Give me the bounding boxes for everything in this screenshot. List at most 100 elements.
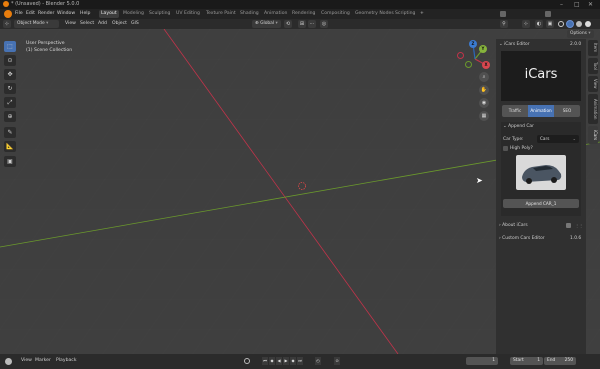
header-menu-gis[interactable]: GIS — [131, 21, 139, 26]
timeline-menu-playback[interactable]: Playback — [56, 358, 77, 363]
gizmo-toggle-icon[interactable]: ⊹ — [522, 20, 530, 28]
rendered-shading-icon[interactable] — [585, 21, 591, 27]
chevron-down-icon: ▾ — [275, 21, 278, 26]
pan-hand-icon[interactable]: ✋ — [479, 85, 489, 95]
material-shading-icon[interactable] — [576, 21, 582, 27]
workspace-tab-modeling[interactable]: Modeling — [121, 10, 146, 18]
custom-cars-editor-header[interactable]: › Custom Cars Editor — [499, 236, 545, 241]
wireframe-shading-icon[interactable] — [558, 21, 564, 27]
menu-help[interactable]: Help — [80, 11, 90, 16]
about-icars-icon[interactable] — [566, 223, 571, 228]
editor-type-icon[interactable]: ⊹ — [3, 20, 11, 28]
header-menu-object[interactable]: Object — [112, 21, 127, 26]
end-frame-field[interactable]: End 250 — [544, 357, 576, 365]
add-cube-tool-icon[interactable]: ▣ — [4, 156, 16, 167]
tab-traffic[interactable]: Traffic — [502, 105, 528, 117]
car-type-dropdown[interactable]: Cars ⌄ — [537, 135, 579, 143]
annotate-tool-icon[interactable]: ✎ — [4, 127, 16, 138]
timeline-editor-type-icon[interactable] — [5, 358, 12, 365]
view-layer-selector-icon[interactable] — [545, 11, 551, 17]
append-car-header[interactable]: ⌄ Append Car — [503, 124, 534, 129]
car-preview-image[interactable] — [516, 155, 566, 190]
overlays-icon[interactable]: ◐ — [535, 20, 543, 28]
solid-shading-icon[interactable] — [566, 20, 574, 28]
side-tab-view[interactable]: View — [588, 76, 598, 92]
end-frame-label: End — [547, 358, 556, 363]
timeline-menu-view[interactable]: View — [21, 358, 32, 363]
about-icars-drag-icon[interactable]: ⋮⋮ — [575, 223, 583, 228]
car-type-label: Car Type: — [503, 137, 524, 142]
next-keyframe-icon[interactable]: ◆ — [290, 357, 296, 365]
gizmo-x-axis[interactable]: X — [482, 61, 490, 69]
select-box-tool-icon[interactable]: ⬚ — [4, 41, 16, 52]
workspace-tab-rendering[interactable]: Rendering — [290, 10, 317, 18]
current-frame-field[interactable]: 1 — [466, 357, 498, 365]
minimize-icon[interactable]: – — [560, 1, 563, 8]
start-frame-field[interactable]: Start 1 — [510, 357, 543, 365]
workspace-tab-compositing[interactable]: Compositing — [319, 10, 352, 18]
high-poly-checkbox[interactable] — [503, 146, 508, 151]
visibility-icon[interactable]: ⚲ — [500, 20, 508, 28]
xray-icon[interactable]: ▣ — [546, 20, 554, 28]
workspace-tab-sculpting[interactable]: Sculpting — [147, 10, 172, 18]
gizmo-y-axis[interactable]: Y — [479, 45, 487, 53]
menu-edit[interactable]: Edit — [26, 11, 35, 16]
mode-dropdown[interactable]: Object Mode ▾ — [14, 20, 59, 28]
workspace-tab-geometry-nodes[interactable]: Geometry Nodes — [353, 10, 396, 18]
perspective-toggle-icon[interactable]: ▦ — [479, 111, 489, 121]
append-car-button[interactable]: Append CAR_1 — [503, 199, 579, 208]
blender-menu-icon[interactable] — [4, 10, 12, 18]
camera-view-icon[interactable]: ◉ — [479, 98, 489, 108]
keyframe-filter-icon[interactable]: ⊙ — [334, 357, 340, 365]
transform-tool-icon[interactable]: ⊕ — [4, 111, 16, 122]
pivot-point-icon[interactable]: ⟲ — [284, 20, 292, 28]
zoom-icon[interactable]: ⌕ — [479, 72, 489, 82]
gizmo-z-axis[interactable]: Z — [469, 40, 477, 48]
workspace-tab-scripting[interactable]: Scripting — [393, 10, 417, 18]
move-tool-icon[interactable]: ✥ — [4, 69, 16, 80]
side-tab-tool[interactable]: Tool — [588, 58, 598, 74]
options-dropdown[interactable]: Options ▾ — [567, 30, 594, 38]
close-icon[interactable]: ✕ — [588, 1, 593, 8]
jump-end-icon[interactable]: ⏭ — [297, 357, 303, 365]
proportional-editing-icon[interactable]: ◎ — [320, 20, 328, 28]
scene-selector-icon[interactable] — [500, 11, 506, 17]
side-tab-animation[interactable]: Animation — [588, 94, 598, 124]
rotate-tool-icon[interactable]: ↻ — [4, 83, 16, 94]
workspace-tab-layout[interactable]: Layout — [99, 10, 119, 18]
maximize-icon[interactable]: □ — [574, 1, 580, 8]
menu-file[interactable]: File — [15, 11, 23, 16]
tab-seo[interactable]: SEO — [554, 105, 580, 117]
transform-orientation-dropdown[interactable]: ⊕ Global ▾ — [252, 20, 281, 28]
side-tab-item[interactable]: Item — [588, 40, 598, 56]
menu-render[interactable]: Render — [38, 11, 54, 16]
workspace-tab-texture-paint[interactable]: Texture Paint — [204, 10, 238, 18]
gizmo-neg-x-axis[interactable] — [457, 52, 464, 59]
timeline-menu-marker[interactable]: Marker — [35, 358, 51, 363]
jump-start-icon[interactable]: ⏮ — [262, 357, 268, 365]
menu-window[interactable]: Window — [57, 11, 75, 16]
play-icon[interactable]: ▶ — [283, 357, 289, 365]
scale-tool-icon[interactable]: ⤢ — [4, 97, 16, 108]
measure-tool-icon[interactable]: 📐 — [4, 141, 16, 152]
workspace-tab-shading[interactable]: Shading — [238, 10, 261, 18]
about-icars-header[interactable]: › About iCars — [499, 223, 528, 228]
header-menu-view[interactable]: View — [65, 21, 76, 26]
gizmo-neg-y-axis[interactable] — [465, 61, 472, 68]
icars-editor-header[interactable]: ⌄ iCars Editor — [499, 42, 530, 47]
auto-keying-icon[interactable] — [244, 358, 250, 364]
tab-animation[interactable]: Animation — [528, 105, 554, 117]
chevron-down-icon: ⌄ — [572, 136, 576, 141]
side-tab-icars[interactable]: iCars — [588, 126, 598, 144]
prev-keyframe-icon[interactable]: ◆ — [269, 357, 275, 365]
cursor-tool-icon[interactable]: ⊙ — [4, 55, 16, 66]
play-reverse-icon[interactable]: ◀ — [276, 357, 282, 365]
add-workspace-icon[interactable]: + — [418, 10, 426, 18]
header-menu-add[interactable]: Add — [98, 21, 107, 26]
snap-target-icon[interactable]: ⋯ — [308, 20, 316, 28]
workspace-tab-animation[interactable]: Animation — [262, 10, 289, 18]
header-menu-select[interactable]: Select — [80, 21, 94, 26]
workspace-tab-uv-editing[interactable]: UV Editing — [174, 10, 202, 18]
playback-clock-icon[interactable]: ◴ — [315, 357, 321, 365]
snap-icon[interactable]: ⊞ — [298, 20, 306, 28]
